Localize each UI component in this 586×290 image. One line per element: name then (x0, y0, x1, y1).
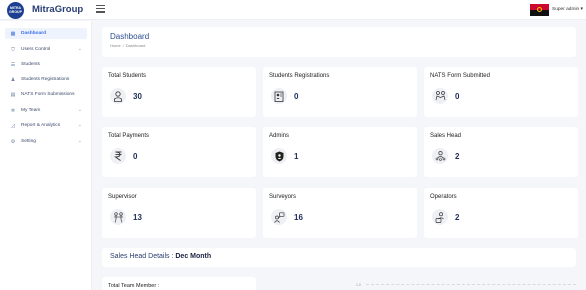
sidebar-item-my-team[interactable]: ✲ My Team ⌄ (5, 105, 87, 116)
sidebar-item-label: Students Registrations (21, 77, 70, 82)
sidebar-item-report-analytics[interactable]: ◿ Report & Analytics ⌄ (5, 120, 87, 131)
supervisor-icon (110, 209, 126, 225)
language-flag-icon[interactable] (530, 4, 549, 16)
survey-icon (271, 209, 287, 225)
stat-card-total-students[interactable]: Total Students 30 (102, 67, 256, 117)
sidebar-item-label: My Team (21, 108, 41, 113)
sidebar-item-setting[interactable]: ⚙ Setting ⌄ (5, 136, 87, 147)
stat-value: 0 (294, 92, 299, 101)
stat-card-surveyors[interactable]: Surveyors 16 (263, 188, 417, 238)
sidebar: ▦ Dashboard ⛉ Users Control ⌄ ☰ Students… (0, 21, 92, 290)
stat-card-admins[interactable]: Admins 1 (263, 127, 417, 177)
dashboard-icon: ▦ (10, 30, 16, 37)
user-menu-dropdown[interactable]: Super admin ▾ (552, 7, 583, 12)
menu-toggle-icon[interactable] (96, 5, 105, 13)
user-plus-icon: ♟ (10, 76, 16, 83)
sidebar-item-label: Setting (21, 139, 36, 144)
list-icon: ☰ (10, 61, 16, 68)
stat-value: 0 (455, 92, 460, 101)
sales-head-period: Dec Month (175, 253, 212, 260)
breadcrumb-current: Dashboard (125, 43, 146, 48)
sidebar-item-label: Report & Analytics (21, 123, 61, 128)
sidebar-item-students-registrations[interactable]: ♟ Students Registrations (5, 74, 87, 85)
stat-value: 0 (133, 152, 138, 161)
stat-value: 2 (455, 213, 460, 222)
registration-form-icon (271, 88, 287, 104)
user-shield-icon: ⛉ (11, 46, 15, 53)
stat-card-total-payments[interactable]: Total Payments 0 (102, 127, 256, 177)
sidebar-item-users-control[interactable]: ⛉ Users Control ⌄ (5, 44, 87, 55)
stat-title: NATS Form Submitted (430, 73, 490, 79)
breadcrumb-separator: / (122, 43, 124, 48)
stat-title: Surveyors (269, 194, 297, 200)
chevron-down-icon: ⌄ (77, 107, 82, 113)
stat-value: 1 (294, 152, 299, 161)
handshake-icon (432, 88, 448, 104)
stat-card-nats-form-submitted[interactable]: NATS Form Submitted 0 (424, 67, 578, 117)
sidebar-item-dashboard[interactable]: ▦ Dashboard (5, 28, 87, 39)
sales-head-title: Sales Head Details : Dec Month (110, 253, 211, 260)
sidebar-item-nats-form-submissions[interactable]: ▤ NATS Form Submissions (5, 89, 87, 100)
stat-title: Admins (269, 133, 290, 139)
sales-head-details-bar: Sales Head Details : Dec Month (102, 248, 576, 267)
team-member-title: Total Team Member : (108, 283, 160, 289)
stat-title: Operators (430, 194, 457, 200)
stat-title: Sales Head (430, 133, 462, 139)
stat-value: 16 (294, 213, 303, 222)
chart-icon: ◿ (11, 122, 15, 129)
page-title: Dashboard (110, 32, 150, 41)
gear-icon: ⚙ (10, 138, 16, 145)
logo-text: MITRA GROUP (9, 6, 22, 14)
stat-card-students-registrations[interactable]: Students Registrations 0 (263, 67, 417, 117)
operator-icon (432, 209, 448, 225)
stat-card-sales-head[interactable]: Sales Head 2 (424, 127, 578, 177)
sidebar-item-students[interactable]: ☰ Students (5, 59, 87, 70)
breadcrumb-home-link[interactable]: Home (110, 43, 121, 48)
team-icon: ✲ (10, 107, 16, 114)
stat-title: Total Students (108, 73, 147, 79)
rupee-icon (110, 148, 126, 164)
stat-title: Supervisor (108, 194, 137, 200)
sidebar-item-label: NATS Form Submissions (21, 92, 75, 97)
sidebar-item-label: Students (21, 62, 40, 67)
sales-head-label: Sales Head Details : (110, 253, 176, 260)
stat-card-operators[interactable]: Operators 2 (424, 188, 578, 238)
stat-card-supervisor[interactable]: Supervisor 13 (102, 188, 256, 238)
top-bar: MITRA GROUP MitraGroup Super admin ▾ (0, 0, 586, 20)
chevron-down-icon: ⌄ (77, 46, 82, 52)
brand-name[interactable]: MitraGroup (32, 4, 83, 15)
stat-title: Total Payments (108, 133, 150, 139)
chevron-down-icon: ⌄ (77, 122, 82, 128)
brand-logo[interactable]: MITRA GROUP (7, 2, 24, 19)
team-member-card: Total Team Member : (102, 277, 256, 290)
chart-tick-label: 1.0 (356, 283, 361, 287)
sidebar-item-label: Users Control (21, 47, 51, 52)
page-header: Dashboard Home / Dashboard (102, 27, 576, 57)
stat-title: Students Registrations (269, 73, 330, 79)
stat-value: 13 (133, 213, 142, 222)
stat-value: 2 (455, 152, 460, 161)
chart-gridline (366, 284, 576, 285)
form-icon: ▤ (10, 91, 16, 98)
manager-icon (432, 148, 448, 164)
breadcrumb: Home / Dashboard (110, 43, 145, 48)
student-icon (110, 88, 126, 104)
sidebar-item-label: Dashboard (21, 31, 47, 36)
stat-value: 30 (133, 92, 142, 101)
admin-shield-icon (271, 148, 287, 164)
chevron-down-icon: ⌄ (77, 138, 82, 144)
